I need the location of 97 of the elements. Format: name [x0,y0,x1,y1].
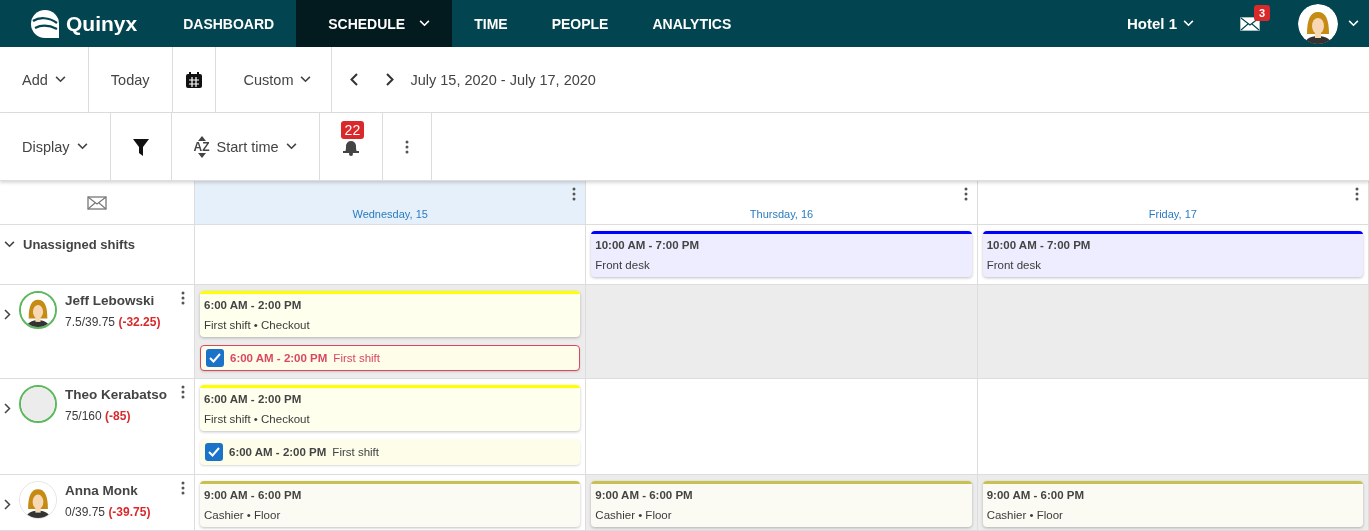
logo-text: Quinyx [66,11,138,36]
shift-time: 6:00 AM - 2:00 PM [204,299,303,311]
chevron-down-icon [285,143,297,150]
shift-details: Front desk [986,259,1042,271]
chevron-left-icon [350,73,359,86]
more-icon[interactable] [572,187,577,201]
task-row[interactable]: 6:00 AM - 2:00 PM First shift [200,439,581,465]
unassigned-toggle[interactable] [4,241,15,248]
more-icon[interactable] [181,385,185,399]
task-row[interactable]: 6:00 AM - 2:00 PM First shift [200,345,581,371]
chevron-right-icon [4,309,11,320]
employee-name[interactable]: Theo Kerabatso [65,387,173,402]
hours-difference: (-32.25) [118,315,161,329]
date-range: July 15, 2020 - July 17, 2020 [409,70,596,90]
nav-tab[interactable]: SCHEDULE [296,0,453,47]
shift-time: 9:00 AM - 6:00 PM [595,489,694,501]
nav-tab[interactable]: PEOPLE [529,0,631,47]
user-avatar[interactable] [1298,3,1338,44]
chevron-right-icon [4,499,11,510]
chevron-down-icon [1183,20,1194,27]
caret-up-icon [197,135,206,141]
unit-selector[interactable]: Hotel 1 [1127,15,1194,32]
hours-difference: (-85) [105,409,131,423]
task-label: First shift [333,352,380,364]
shift-card[interactable]: 9:00 AM - 6:00 PM Cashier • Floor [200,481,581,527]
sort-button[interactable]: AZ Start time [171,113,320,180]
day-label: Wednesday, 15 [352,208,428,220]
day-header[interactable]: Wednesday, 15 [195,181,587,225]
nav-tab[interactable]: DASHBOARD [183,0,297,47]
nav-tab[interactable]: TIME [452,0,530,47]
hours-summary: 0/39.75 (-39.75) [65,505,152,519]
filter-icon [132,137,149,156]
day-header[interactable]: Thursday, 16 [586,181,978,225]
expand-toggle[interactable] [4,309,11,320]
chevron-down-icon [54,76,66,83]
expand-toggle[interactable] [4,403,11,414]
shift-card[interactable]: 6:00 AM - 2:00 PM First shift • Checkout [200,385,581,431]
shift-time: 9:00 AM - 6:00 PM [204,489,303,501]
hours-summary: 75/160 (-85) [65,409,132,423]
checkbox[interactable] [206,349,224,367]
messages-icon[interactable] [1240,16,1260,31]
chevron-right-icon [4,403,11,414]
checkmark-icon [208,447,220,457]
employee-name[interactable]: Anna Monk [65,483,173,498]
shift-details: Front desk [595,259,651,271]
shift-time: 10:00 AM - 7:00 PM [595,239,701,251]
chevron-down-icon [76,143,88,150]
sort-glyph: AZ [193,140,210,153]
shift-details: Cashier • Floor [204,509,282,521]
task-label: First shift [332,446,379,458]
shift-time: 10:00 AM - 7:00 PM [986,239,1092,251]
more-icon[interactable] [181,481,185,495]
shift-card[interactable]: 10:00 AM - 7:00 PM Front desk [591,231,972,277]
range-dropdown[interactable]: Custom [215,47,333,112]
chevron-right-icon [386,73,395,86]
notifications-button[interactable]: 22 [319,113,383,180]
day-label: Thursday, 16 [749,208,814,220]
more-icon [404,139,409,154]
chevron-down-icon [1348,20,1359,27]
day-header[interactable]: Friday, 17 [977,181,1369,225]
today-button[interactable]: Today [88,47,173,112]
task-time: 6:00 AM - 2:00 PM [229,446,327,458]
shift-card[interactable]: 10:00 AM - 7:00 PM Front desk [982,231,1363,277]
more-icon[interactable] [963,187,968,201]
hours-difference: (-39.75) [108,505,151,519]
sort-label: Start time [216,138,279,155]
more-icon[interactable] [181,291,185,305]
notification-badge: 3 [1254,4,1271,21]
add-button[interactable]: Add [0,47,89,112]
shift-time: 6:00 AM - 2:00 PM [204,393,303,405]
nav-tab[interactable]: ANALYTICS [630,0,754,47]
checkmark-icon [209,353,221,363]
expand-toggle[interactable] [4,499,11,510]
shift-details: Cashier • Floor [595,509,673,521]
group-label: Unassigned shifts [23,237,135,252]
hours-summary: 7.5/39.75 (-32.25) [65,315,162,329]
shift-card[interactable]: 6:00 AM - 2:00 PM First shift • Checkout [200,291,581,337]
calendar-icon [184,70,203,89]
more-icon[interactable] [1355,187,1359,201]
display-button[interactable]: Display [0,113,111,180]
shift-details: First shift • Checkout [204,319,311,331]
shift-details: Cashier • Floor [986,509,1064,521]
day-label: Friday, 17 [1148,208,1197,220]
checkbox[interactable] [205,443,223,461]
caret-down-icon [197,152,206,158]
envelope-icon[interactable] [87,195,107,210]
shift-card[interactable]: 9:00 AM - 6:00 PM Cashier • Floor [591,481,972,527]
employee-name[interactable]: Jeff Lebowski [65,293,173,308]
chevron-down-icon [300,76,312,83]
shift-card[interactable]: 9:00 AM - 6:00 PM Cashier • Floor [982,481,1363,527]
logo[interactable]: Quinyx [0,8,184,39]
logo-icon [30,8,60,39]
shift-time: 9:00 AM - 6:00 PM [986,489,1085,501]
notification-badge: 22 [340,121,365,139]
chevron-down-icon [4,241,15,248]
task-time: 6:00 AM - 2:00 PM [230,352,328,364]
shift-details: First shift • Checkout [204,413,311,425]
